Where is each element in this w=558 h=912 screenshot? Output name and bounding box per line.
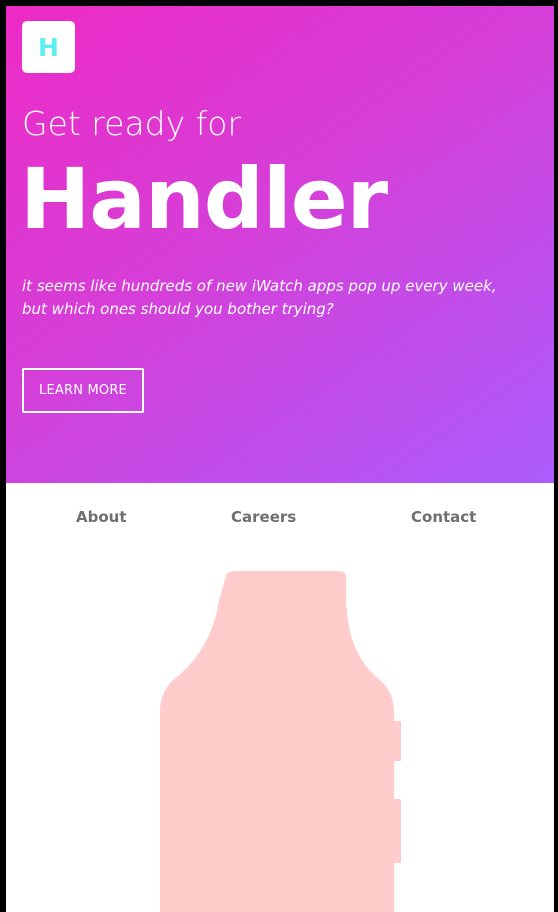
- nav-link-careers[interactable]: Careers: [231, 507, 296, 527]
- hero-section: H Get ready for Handler it seems like hu…: [6, 6, 554, 483]
- nav-link-about[interactable]: About: [76, 507, 127, 527]
- logo-letter: H: [38, 32, 59, 62]
- smartwatch-icon: [160, 571, 401, 912]
- main-nav: About Careers Contact: [6, 483, 554, 549]
- learn-more-button[interactable]: LEARN MORE: [22, 368, 144, 413]
- side-button-shape: [390, 799, 401, 863]
- watch-body-shape: [160, 571, 394, 912]
- app-logo[interactable]: H: [22, 21, 75, 73]
- hero-title: Handler: [20, 150, 388, 248]
- hero-kicker: Get ready for: [22, 104, 242, 143]
- nav-link-contact[interactable]: Contact: [411, 507, 476, 527]
- hero-tagline: it seems like hundreds of new iWatch app…: [22, 277, 497, 318]
- digital-crown-shape: [390, 721, 401, 761]
- page-frame: H Get ready for Handler it seems like hu…: [6, 6, 554, 912]
